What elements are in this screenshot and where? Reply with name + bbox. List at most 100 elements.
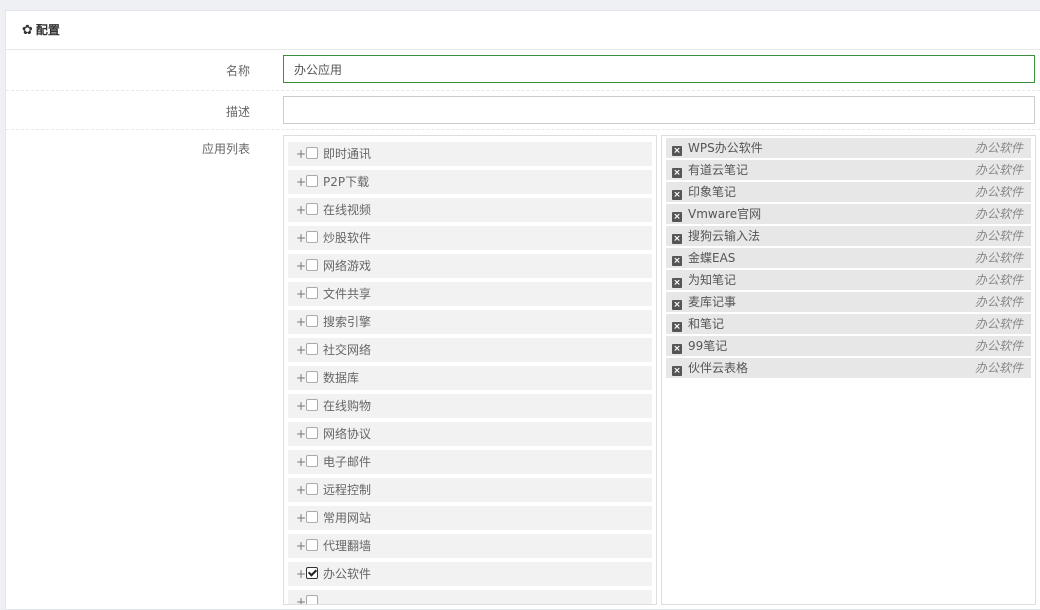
category-item[interactable]: + 电子邮件 — [288, 450, 652, 474]
category-label: 数据库 — [323, 371, 360, 385]
plus-icon[interactable]: + — [296, 282, 306, 306]
category-item[interactable]: + 炒股软件 — [288, 226, 652, 250]
category-checkbox[interactable] — [306, 511, 318, 523]
selected-app-item: × 麦库记事 办公软件 — [666, 292, 1031, 312]
selected-app-item: × 有道云笔记 办公软件 — [666, 160, 1031, 180]
selected-app-item: × 为知笔记 办公软件 — [666, 270, 1031, 290]
category-item[interactable]: + 搜索引擎 — [288, 310, 652, 334]
category-item[interactable]: + 即时通讯 — [288, 142, 652, 166]
close-icon[interactable]: × — [672, 234, 682, 244]
category-checkbox[interactable] — [306, 231, 318, 243]
category-item[interactable]: + 数据库 — [288, 366, 652, 390]
app-name: 印象笔记 — [688, 185, 737, 199]
category-item[interactable]: + 网络游戏 — [288, 254, 652, 278]
category-checkbox[interactable] — [306, 371, 318, 383]
plus-icon[interactable]: + — [296, 170, 306, 194]
selected-app-item: × 金蝶EAS 办公软件 — [666, 248, 1031, 268]
category-checkbox[interactable] — [306, 455, 318, 467]
plus-icon[interactable]: + — [296, 254, 306, 278]
app-type: 办公软件 — [974, 361, 1023, 375]
app-name: 伙伴云表格 — [688, 361, 749, 375]
category-checkbox[interactable] — [306, 399, 318, 411]
app-type: 办公软件 — [974, 141, 1023, 155]
plus-icon[interactable]: + — [296, 142, 306, 166]
plus-icon[interactable]: + — [296, 590, 306, 604]
config-panel: ✿配置 名称 描述 应用列表 + 即时通讯 + P2P下载 + 在线视频 + 炒股软件 + 网络游… — [5, 10, 1040, 610]
plus-icon[interactable]: + — [296, 506, 306, 530]
close-icon[interactable]: × — [672, 278, 682, 288]
plus-icon[interactable]: + — [296, 226, 306, 250]
app-type: 办公软件 — [974, 163, 1023, 177]
app-name: 99笔记 — [688, 339, 728, 353]
selected-app-item: × WPS办公软件 办公软件 — [666, 138, 1031, 158]
app-type: 办公软件 — [974, 185, 1023, 199]
category-item[interactable]: + 代理翻墙 — [288, 534, 652, 558]
close-icon[interactable]: × — [672, 190, 682, 200]
category-checkbox[interactable] — [306, 203, 318, 215]
desc-row: 描述 — [6, 91, 1040, 130]
selected-app-item: × 伙伴云表格 办公软件 — [666, 358, 1031, 378]
category-item[interactable]: + P2P下载 — [288, 170, 652, 194]
category-item[interactable]: + 常用网站 — [288, 506, 652, 530]
plus-icon[interactable]: + — [296, 338, 306, 362]
selected-app-item: × 印象笔记 办公软件 — [666, 182, 1031, 202]
close-icon[interactable]: × — [672, 168, 682, 178]
plus-icon[interactable]: + — [296, 562, 306, 586]
category-checkbox[interactable] — [306, 315, 318, 327]
close-icon[interactable]: × — [672, 322, 682, 332]
selected-app-item: × 搜狗云输入法 办公软件 — [666, 226, 1031, 246]
plus-icon[interactable]: + — [296, 394, 306, 418]
category-checkbox[interactable] — [306, 175, 318, 187]
category-label: 代理翻墙 — [323, 539, 372, 553]
plus-icon[interactable]: + — [296, 478, 306, 502]
name-row: 名称 — [6, 50, 1040, 91]
app-name: Vmware官网 — [688, 207, 762, 221]
close-icon[interactable]: × — [672, 300, 682, 310]
category-label: 办公软件 — [323, 567, 372, 581]
category-checkbox[interactable] — [306, 567, 318, 579]
app-name: 有道云笔记 — [688, 163, 749, 177]
category-checkbox[interactable] — [306, 483, 318, 495]
category-tree: + 即时通讯 + P2P下载 + 在线视频 + 炒股软件 + 网络游戏 + 文件共享 + 搜索引擎 + 社交网… — [283, 135, 657, 605]
category-checkbox[interactable] — [306, 427, 318, 439]
category-checkbox[interactable] — [306, 343, 318, 355]
category-label: P2P下载 — [323, 175, 370, 189]
category-item[interactable]: + 社交网络 — [288, 338, 652, 362]
app-name: 搜狗云输入法 — [688, 229, 761, 243]
plus-icon[interactable]: + — [296, 198, 306, 222]
category-item[interactable]: + 在线视频 — [288, 198, 652, 222]
category-item[interactable]: + 办公软件 — [288, 562, 652, 586]
app-type: 办公软件 — [974, 317, 1023, 331]
plus-icon[interactable]: + — [296, 534, 306, 558]
category-item[interactable]: + 远程控制 — [288, 478, 652, 502]
plus-icon[interactable]: + — [296, 422, 306, 446]
app-name: WPS办公软件 — [688, 141, 763, 155]
category-label: 炒股软件 — [323, 231, 372, 245]
category-checkbox[interactable] — [306, 147, 318, 159]
category-checkbox[interactable] — [306, 287, 318, 299]
close-icon[interactable]: × — [672, 256, 682, 266]
category-checkbox[interactable] — [306, 539, 318, 551]
plus-icon[interactable]: + — [296, 366, 306, 390]
category-item[interactable]: + 网络协议 — [288, 422, 652, 446]
category-label: 远程控制 — [323, 483, 372, 497]
category-label: 在线视频 — [323, 203, 372, 217]
category-label: 即时通讯 — [323, 147, 372, 161]
close-icon[interactable]: × — [672, 146, 682, 156]
category-item[interactable]: + 在线购物 — [288, 394, 652, 418]
panel-header: ✿ 配置 — [6, 11, 1040, 50]
close-icon[interactable]: × — [672, 212, 682, 222]
category-item[interactable]: + — [288, 590, 652, 604]
plus-icon[interactable]: + — [296, 310, 306, 334]
close-icon[interactable]: × — [672, 344, 682, 354]
name-input[interactable] — [283, 55, 1035, 83]
category-label: 在线购物 — [323, 399, 372, 413]
category-label: 常用网站 — [323, 511, 372, 525]
category-item[interactable]: + 文件共享 — [288, 282, 652, 306]
app-name: 为知笔记 — [688, 273, 737, 287]
desc-input[interactable] — [283, 96, 1035, 124]
close-icon[interactable]: × — [672, 366, 682, 376]
category-checkbox[interactable] — [306, 259, 318, 271]
plus-icon[interactable]: + — [296, 450, 306, 474]
app-type: 办公软件 — [974, 229, 1023, 243]
